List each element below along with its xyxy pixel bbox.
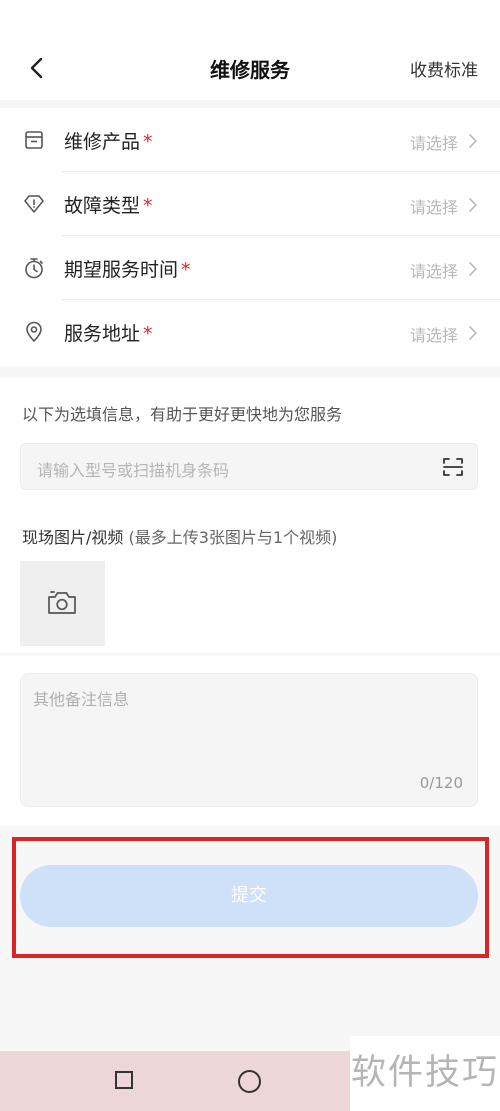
- select-placeholder: 请选择: [409, 326, 458, 345]
- header-bar: 维修服务 收费标准: [0, 0, 500, 100]
- notes-section: 其他备注信息 0/120: [0, 656, 500, 826]
- select-placeholder: 请选择: [409, 134, 458, 153]
- diamond-alert-icon: [24, 195, 44, 213]
- optional-info-section: 以下为选填信息，有助于更好更快地为您服务 请输入型号或扫描机身条码 现场图片/视…: [0, 378, 500, 653]
- chevron-right-icon: [469, 262, 477, 276]
- form-row-service-time[interactable]: 期望服务时间 * 请选择: [0, 236, 500, 300]
- chevron-right-icon: [469, 198, 477, 212]
- notes-textarea[interactable]: 其他备注信息 0/120: [20, 673, 478, 807]
- form-row-label: 期望服务时间 *: [64, 259, 191, 281]
- stopwatch-icon: [25, 258, 43, 279]
- form-row-address[interactable]: 服务地址 * 请选择: [0, 300, 500, 364]
- camera-icon: [48, 591, 76, 614]
- watermark-text: 软件技巧: [350, 1036, 500, 1111]
- form-row-fault-type[interactable]: 故障类型 * 请选择: [0, 172, 500, 236]
- optional-hint: 以下为选填信息，有助于更好更快地为您服务: [22, 405, 343, 424]
- model-input-placeholder: 请输入型号或扫描机身条码: [37, 461, 230, 480]
- scan-barcode-icon[interactable]: [441, 455, 465, 479]
- fee-standard-link[interactable]: 收费标准: [410, 56, 478, 81]
- notes-placeholder: 其他备注信息: [33, 690, 130, 709]
- form-row-product[interactable]: 维修产品 * 请选择: [0, 108, 500, 172]
- chevron-right-icon: [469, 326, 477, 340]
- product-box-icon: [25, 131, 43, 149]
- submit-button[interactable]: 提交: [20, 865, 478, 927]
- location-pin-icon: [26, 321, 42, 342]
- model-number-input[interactable]: 请输入型号或扫描机身条码: [20, 443, 478, 490]
- recent-apps-button[interactable]: [115, 1071, 133, 1089]
- select-placeholder: 请选择: [409, 198, 458, 217]
- photo-upload-button[interactable]: [20, 561, 105, 646]
- form-row-label: 维修产品 *: [64, 131, 153, 153]
- select-placeholder: 请选择: [409, 262, 458, 281]
- char-counter: 0/120: [419, 774, 463, 792]
- required-form-card: 维修产品 * 请选择 故障类型 * 请选择 期望服务时间 * 请选择 服务地址 …: [0, 108, 500, 366]
- media-upload-label: 现场图片/视频 (最多上传3张图片与1个视频): [22, 528, 338, 547]
- form-row-label: 服务地址 *: [64, 323, 153, 345]
- chevron-right-icon: [469, 134, 477, 148]
- form-row-label: 故障类型 *: [64, 195, 153, 217]
- home-button[interactable]: [238, 1070, 261, 1093]
